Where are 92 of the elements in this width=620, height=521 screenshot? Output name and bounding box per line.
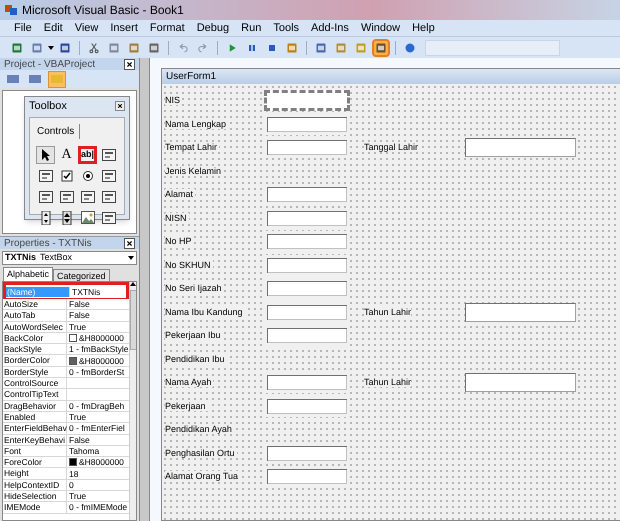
radio-icon <box>82 170 94 182</box>
property-row[interactable]: BackColor &H8000000 <box>3 332 129 344</box>
text-field[interactable] <box>465 138 576 158</box>
close-button[interactable] <box>115 101 125 112</box>
close-button[interactable] <box>124 58 135 70</box>
property-row[interactable]: ControlSource <box>3 378 129 390</box>
properties-tab[interactable]: Alphabetic <box>3 267 54 281</box>
property-row[interactable]: HelpContextID 0 <box>3 480 129 492</box>
image-icon <box>80 211 94 224</box>
window-icon <box>7 74 19 84</box>
tools-icon-button[interactable] <box>372 38 390 56</box>
menu-item[interactable]: Run <box>235 20 268 36</box>
menu-item[interactable]: Tools <box>267 20 306 36</box>
window-title: Microsoft Visual Basic - Book1 <box>22 2 184 19</box>
toolbox-tool[interactable]: A <box>57 146 76 164</box>
field-label: NISN <box>164 212 190 224</box>
field-label: Pendidikan Ibu <box>164 352 228 366</box>
dropdown-arrow-icon[interactable] <box>48 46 54 50</box>
field-label: Penghasilan Ortu <box>164 446 238 460</box>
toolbox-tool[interactable] <box>36 146 55 164</box>
button-icon <box>60 190 74 202</box>
scroll-up-icon <box>130 282 136 286</box>
form-title: UserForm1 <box>166 70 216 84</box>
property-row[interactable]: ForeColor &H8000000 <box>3 457 129 468</box>
scrollbar[interactable] <box>128 282 136 520</box>
field-label: Nama Ayah <box>164 376 214 389</box>
property-row[interactable]: AutoSize False <box>3 299 129 310</box>
folder-icon <box>51 74 63 84</box>
pointer-icon <box>40 148 50 160</box>
text-field[interactable] <box>465 373 576 392</box>
help-icon <box>404 42 416 54</box>
combo-icon <box>102 148 116 160</box>
property-row[interactable]: BackStyle 1 - fmBackStyle <box>3 344 129 356</box>
property-row[interactable]: ControlTipText <box>3 389 129 401</box>
close-icon <box>126 60 133 68</box>
text-field[interactable] <box>264 90 350 112</box>
field-label: Tempat Lahir <box>164 141 220 154</box>
menu-item[interactable]: File <box>8 20 38 36</box>
tabstrip-icon <box>80 190 94 202</box>
property-row[interactable]: AutoTab False <box>3 310 129 322</box>
property-row[interactable]: HideSelection True <box>3 491 129 502</box>
property-row[interactable]: Font Tahoma <box>3 446 129 458</box>
field-label: No SKHUN <box>164 258 214 272</box>
object-dropdown[interactable]: TXTNis TextBox <box>2 251 137 265</box>
property-row[interactable]: AutoWordSelec True <box>3 322 129 333</box>
property-row[interactable]: EnterFieldBehav 0 - fmEnterFiel <box>3 423 129 435</box>
menu-item[interactable]: Add-Ins <box>305 20 355 36</box>
menu-item[interactable]: Format <box>144 20 191 36</box>
frame-icon <box>38 190 52 202</box>
menu-item[interactable]: Debug <box>190 20 236 36</box>
property-row[interactable]: DragBehavior 0 - fmDragBeh <box>3 400 129 412</box>
multipage-icon <box>102 190 116 202</box>
spin-icon <box>62 210 72 224</box>
scissors-icon <box>88 42 100 54</box>
property-row[interactable]: (Name) TXTNis <box>3 282 129 299</box>
toolbox-tool[interactable]: ab| <box>78 146 97 164</box>
field-label: Nama Ibu Kandung <box>164 306 246 319</box>
property-row[interactable]: BorderColor &H8000000 <box>3 355 129 367</box>
controls-tab[interactable]: Controls <box>32 124 80 138</box>
property-row[interactable]: Enabled True <box>3 412 129 424</box>
menu-item[interactable]: View <box>68 20 104 36</box>
toolbox-tool[interactable] <box>78 208 97 226</box>
toggle-icon <box>102 170 116 182</box>
field-label: Alamat Orang Tua <box>164 470 242 483</box>
panel-title: Project - VBAProject <box>4 58 96 72</box>
property-row[interactable]: EnterKeyBehavi False <box>3 434 129 446</box>
text-field[interactable] <box>465 302 576 322</box>
field-label: Tahun Lahir <box>364 376 412 389</box>
field-label: Pekerjaan <box>164 400 209 413</box>
property-row[interactable]: IMEMode 0 - fmIMEMode <box>3 502 129 514</box>
menu-item[interactable]: Help <box>406 20 441 36</box>
window-icon <box>29 74 41 84</box>
menu-item[interactable]: Edit <box>38 20 69 36</box>
property-row[interactable]: BorderStyle 0 - fmBorderSt <box>3 366 129 378</box>
app-icon <box>4 3 18 17</box>
list-icon <box>38 170 52 182</box>
field-label: Pendidikan Ayah <box>164 423 235 436</box>
checkbox-icon <box>60 170 72 182</box>
properties-tab[interactable]: Categorized <box>53 269 110 281</box>
field-label: Tanggal Lahir <box>364 141 420 154</box>
close-icon <box>117 103 123 110</box>
caret-icon <box>128 256 134 260</box>
field-label: Tahun Lahir <box>364 306 412 318</box>
property-row[interactable]: Height 18 <box>3 468 129 480</box>
menu-item[interactable]: Insert <box>104 20 144 36</box>
panel-title: Properties - TXTNis <box>4 236 92 250</box>
undo-icon <box>177 42 189 54</box>
close-button[interactable] <box>124 238 135 248</box>
menu-item[interactable]: Window <box>354 20 406 36</box>
close-icon <box>126 240 133 246</box>
toolbox-title: Toolbox <box>29 99 67 114</box>
redo-icon <box>197 42 209 54</box>
